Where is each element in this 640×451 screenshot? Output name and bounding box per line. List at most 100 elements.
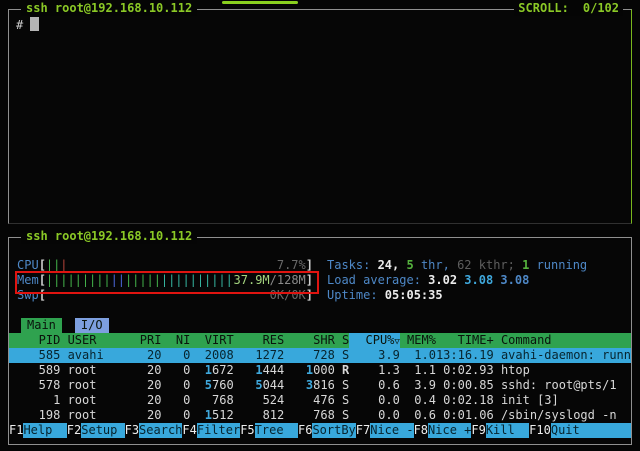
meter-bar: | — [75, 273, 82, 288]
bracket: ] — [306, 273, 313, 288]
proc-cpu: 3.9 — [349, 348, 400, 363]
mem-meter-bars: |||||||||||||||||||||||||| — [46, 273, 233, 288]
fkey-key: F4 — [182, 423, 196, 438]
col-state[interactable]: S — [335, 333, 349, 348]
proc-virt: 768 — [190, 393, 233, 408]
scroll-label: SCROLL: — [518, 1, 569, 15]
proc-state: R — [335, 363, 349, 378]
proc-mem: 0.4 — [400, 393, 436, 408]
proc-state: S — [335, 393, 349, 408]
fkey-filter[interactable]: F4Filter — [182, 423, 240, 438]
tasks-count: 24, — [378, 258, 407, 272]
proc-shr: 3816 — [284, 378, 335, 393]
process-list: 585avahi20020081272728S3.91.013:16.19ava… — [9, 348, 631, 423]
mem-meter: Mem[||||||||||||||||||||||||||37.9M/128M… — [17, 273, 313, 288]
proc-ni: 0 — [161, 408, 190, 423]
proc-shr: 1000 — [284, 363, 335, 378]
thr-count: 5 — [406, 258, 413, 272]
text-cursor — [30, 17, 39, 31]
col-command[interactable]: Command — [494, 333, 631, 348]
mem-total: /128M — [270, 273, 306, 287]
fkey-tree[interactable]: F5Tree — [240, 423, 298, 438]
fkey-sortby[interactable]: F6SortBy — [298, 423, 356, 438]
meter-bar: | — [53, 273, 60, 288]
proc-pri: 20 — [133, 378, 162, 393]
bracket: [ — [39, 273, 46, 288]
proc-command: htop — [494, 363, 631, 378]
process-row[interactable]: 589root200167214441000R1.31.10:02.93htop — [9, 363, 631, 378]
meter-bar: | — [175, 273, 182, 288]
fkey-help[interactable]: F1Help — [9, 423, 67, 438]
proc-user: root — [60, 363, 132, 378]
proc-pri: 20 — [133, 393, 162, 408]
load-5min: 3.08 — [464, 273, 500, 287]
tab-io[interactable]: I/O — [75, 318, 109, 333]
col-cpu-sorted[interactable]: CPU%▽ — [349, 333, 400, 348]
load-line: Load average: 3.02 3.08 3.08 — [313, 273, 529, 288]
bottom-pane[interactable]: ssh root@192.168.10.112 CPU[|||7.7%] Tas… — [8, 237, 632, 445]
uptime-value: 05:05:35 — [385, 288, 443, 302]
fkey-key: F3 — [125, 423, 139, 438]
fkey-nice[interactable]: F8Nice + — [414, 423, 472, 438]
bracket: ] — [306, 288, 313, 303]
fkey-label: Filter — [197, 423, 240, 438]
fkey-search[interactable]: F3Search — [125, 423, 183, 438]
proc-cpu: 0.0 — [349, 408, 400, 423]
meter-bar: | — [161, 273, 168, 288]
shell-prompt: # — [16, 18, 23, 32]
proc-state: S — [335, 348, 349, 363]
meter-bar: | — [46, 258, 53, 273]
swap-meter: Swp[0K/0K] — [17, 288, 313, 303]
col-pid[interactable]: PID — [17, 333, 60, 348]
col-res[interactable]: RES — [234, 333, 285, 348]
col-virt[interactable]: VIRT — [190, 333, 233, 348]
recording-progress-bar — [222, 1, 298, 4]
proc-pid: 578 — [17, 378, 60, 393]
proc-time: 0:00.85 — [436, 378, 494, 393]
process-row[interactable]: 198root2001512812768S0.00.60:01.06/sbin/… — [9, 408, 631, 423]
proc-time: 0:01.06 — [436, 408, 494, 423]
meter-bar: | — [60, 258, 67, 273]
col-time[interactable]: TIME+ — [436, 333, 494, 348]
proc-virt-magnitude: 1 — [205, 363, 212, 377]
load-label: Load average: — [327, 273, 428, 287]
htop-app: CPU[|||7.7%] Tasks: 24, 5 thr, 62 kthr; … — [9, 238, 631, 444]
fkey-nice[interactable]: F7Nice - — [356, 423, 414, 438]
proc-pri: 20 — [133, 348, 162, 363]
fkey-kill[interactable]: F9Kill — [471, 423, 529, 438]
col-ni[interactable]: NI — [161, 333, 190, 348]
fkey-label: Kill — [486, 423, 529, 438]
process-row[interactable]: 1root200768524476S0.00.40:02.18init [3] — [9, 393, 631, 408]
proc-mem: 3.9 — [400, 378, 436, 393]
proc-res: 5044 — [234, 378, 285, 393]
process-row[interactable]: 578root200576050443816S0.63.90:00.85sshd… — [9, 378, 631, 393]
proc-command: avahi-daemon: running — [494, 348, 631, 363]
top-pane[interactable]: ssh root@192.168.10.112 SCROLL:0/102 # — [8, 9, 632, 224]
proc-time: 13:16.19 — [436, 348, 494, 363]
scroll-indicator: SCROLL:0/102 — [514, 1, 623, 16]
col-mem[interactable]: MEM% — [400, 333, 436, 348]
proc-virt: 2008 — [190, 348, 233, 363]
process-table-header: PID USER PRI NI VIRT RES SHR S CPU%▽ MEM… — [9, 333, 631, 348]
proc-res: 524 — [234, 393, 285, 408]
proc-state: S — [335, 408, 349, 423]
meter-bar: | — [111, 273, 118, 288]
process-row[interactable]: 585avahi20020081272728S3.91.013:16.19ava… — [9, 348, 631, 363]
col-user[interactable]: USER — [60, 333, 132, 348]
meter-bar: | — [132, 273, 139, 288]
proc-shr-magnitude: 3 — [306, 378, 313, 392]
fkey-label: Setup — [81, 423, 124, 438]
function-key-bar: F1HelpF2SetupF3SearchF4FilterF5TreeF6Sor… — [9, 423, 631, 438]
tab-main[interactable]: Main — [21, 318, 62, 333]
tasks-label: Tasks: — [327, 258, 378, 272]
meter-bar: | — [46, 273, 53, 288]
proc-shr: 728 — [284, 348, 335, 363]
col-shr[interactable]: SHR — [284, 333, 335, 348]
bracket: [ — [39, 288, 46, 303]
fkey-quit[interactable]: F10Quit — [529, 423, 594, 438]
proc-pri: 20 — [133, 363, 162, 378]
fkey-label: Quit — [551, 423, 594, 438]
cpu-meter: CPU[|||7.7%] — [17, 258, 313, 273]
fkey-setup[interactable]: F2Setup — [67, 423, 125, 438]
col-pri[interactable]: PRI — [133, 333, 162, 348]
